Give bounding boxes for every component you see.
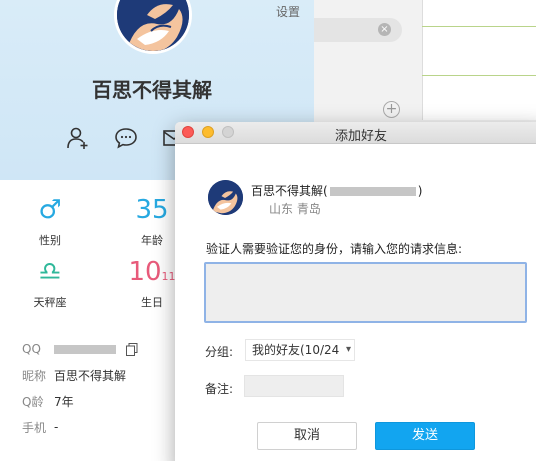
copy-icon[interactable]	[126, 342, 138, 356]
avatar-image	[117, 0, 189, 51]
add-friend-dialog: 添加好友 百思不得其解() 山东 青岛 验证人需要验证您的身份，请输入您的请求信…	[175, 122, 536, 461]
target-name: 百思不得其解()	[251, 182, 422, 199]
dialog-body: 百思不得其解() 山东 青岛 验证人需要验证您的身份，请输入您的请求信息: 分组…	[175, 144, 536, 461]
birthday-month: 10	[128, 257, 162, 287]
dialog-title: 添加好友	[334, 129, 387, 144]
info-value: 7年	[54, 394, 74, 409]
dialog-titlebar: 添加好友	[175, 122, 536, 144]
info-key: 手机	[22, 420, 47, 435]
qq-number-masked	[54, 342, 116, 356]
profile-actions	[66, 126, 186, 150]
gender-icon: ♂	[38, 195, 62, 225]
chevron-down-icon: ▾	[345, 344, 351, 355]
divider	[422, 75, 536, 76]
target-nickname: 百思不得其解(	[251, 184, 328, 198]
stat-label: 天秤座	[33, 296, 67, 309]
note-input[interactable]	[244, 375, 344, 397]
send-button[interactable]: 发送	[375, 422, 475, 450]
target-location: 山东 青岛	[269, 202, 321, 216]
info-key: Q龄	[22, 394, 44, 409]
target-name-close: )	[417, 184, 423, 198]
verification-prompt: 验证人需要验证您的身份，请输入您的请求信息:	[206, 242, 463, 256]
screen: 设置 百思不得其解 ♂ 性别 35 年龄 ♎ 天秤座 1011 生日 QQ 昵称…	[0, 0, 536, 461]
group-select-value: 我的好友(10/24	[252, 343, 340, 357]
background-chat-area	[422, 0, 536, 120]
cancel-button[interactable]: 取消	[257, 422, 357, 450]
settings-link[interactable]: 设置	[276, 3, 300, 20]
chat-bubble-icon[interactable]	[114, 126, 138, 150]
add-friend-icon[interactable]	[66, 126, 90, 150]
nickname: 百思不得其解	[92, 78, 212, 102]
profile-info: QQ 昵称 百思不得其解 Q龄 7年 手机 -	[22, 336, 172, 440]
birthday-day: 11	[161, 270, 176, 283]
stat-label: 性别	[39, 234, 61, 247]
plus-icon[interactable]: +	[383, 101, 400, 118]
info-row-phone: 手机 -	[22, 414, 172, 440]
stat-gender: ♂ 性别	[10, 192, 90, 248]
target-avatar	[208, 180, 243, 215]
avatar-image	[208, 180, 243, 215]
clear-icon[interactable]: ×	[378, 23, 391, 36]
divider	[422, 26, 536, 27]
request-message-input[interactable]	[204, 262, 527, 323]
note-label: 备注:	[205, 382, 234, 396]
avatar[interactable]	[114, 0, 192, 54]
info-row-nickname: 昵称 百思不得其解	[22, 362, 172, 388]
info-key: 昵称	[22, 368, 47, 383]
target-qq-masked	[329, 187, 416, 196]
group-select[interactable]: 我的好友(10/24 ▾	[245, 339, 355, 361]
stat-constellation: ♎ 天秤座	[10, 254, 90, 310]
libra-icon: ♎	[38, 257, 62, 287]
info-value: -	[54, 420, 59, 434]
info-value: 百思不得其解	[54, 368, 127, 383]
info-row-qq: QQ	[22, 336, 172, 362]
group-label: 分组:	[205, 345, 234, 359]
info-key: QQ	[22, 342, 41, 356]
info-row-qq-age: Q龄 7年	[22, 388, 172, 414]
